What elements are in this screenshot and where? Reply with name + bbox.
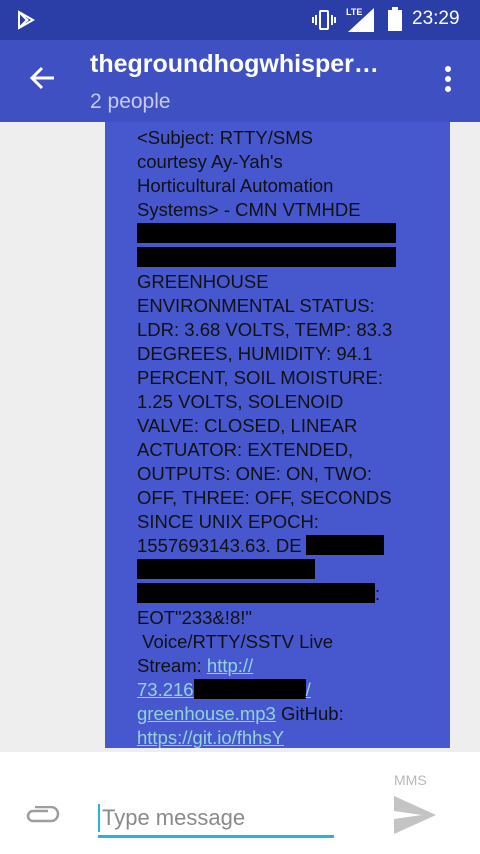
message-line: EOT"233&!8!" [137,607,252,628]
message-line: Horticultural Automation [137,175,334,196]
redaction-block [137,247,396,267]
vibrate-icon [312,10,336,30]
redacted-line [137,558,417,582]
svg-text:LTE: LTE [346,7,362,17]
attach-button[interactable] [20,798,64,834]
redaction-block [305,535,384,555]
message-line: PERCENT, SOIL MOISTURE: [137,367,384,388]
message-list[interactable]: <Subject: RTTY/SMS courtesy Ay-Yah's Hor… [0,122,480,752]
message-line: OUTPUTS: ONE: ON, TWO: [137,463,373,484]
message-line: 1.25 VOLTS, SOLENOID [137,391,344,412]
message-line: Systems> - CMN VTMHDE [137,199,361,220]
message-line: courtesy Ay-Yah's [137,151,283,172]
battery-icon [388,7,402,31]
conversation-title: thegroundhogwhisper… [90,50,379,78]
message-line: Voice/RTTY/SSTV Live [137,631,334,652]
compose-bar: MMS [0,752,480,854]
message-line: GREENHOUSE [137,271,269,292]
mms-label: MMS [394,772,427,788]
stream-link-slash[interactable]: / [306,679,311,700]
message-line: 1557693143.63. DE [137,534,417,558]
message-line: LDR: 3.68 VOLTS, TEMP: 83.3 [137,319,393,340]
message-line: DEGREES, HUMIDITY: 94.1 [137,343,373,364]
back-arrow-icon [29,66,54,90]
redaction-block [137,223,396,243]
github-label: GitHub: [275,703,344,724]
colon-text: : [375,583,381,604]
stream-label: Stream: [137,655,207,676]
redaction-block [137,559,315,579]
message-line: <Subject: RTTY/SMS [137,127,313,148]
signal-lte-icon: LTE [346,7,374,32]
send-icon [394,796,436,834]
epoch-text: 1557693143.63. DE [137,535,302,556]
message-line: SINCE UNIX EPOCH: [137,511,319,532]
message-line: 73.216 / [137,678,417,702]
attach-paperclip-icon [26,806,60,823]
back-button[interactable] [22,58,62,98]
redacted-line [137,246,417,270]
message-text: <Subject: RTTY/SMS courtesy Ay-Yah's Hor… [137,126,417,750]
play-store-icon [18,10,36,30]
message-bubble[interactable]: <Subject: RTTY/SMS courtesy Ay-Yah's Hor… [105,122,450,748]
github-link[interactable]: https://git.io/fhhsY [137,727,284,748]
message-input[interactable] [98,800,334,838]
message-line: : [137,582,417,606]
status-bar: LTE 23:29 [0,0,480,40]
redaction-block [137,583,375,603]
send-button[interactable] [390,792,440,838]
app-bar: thegroundhogwhisper… 2 people [0,40,480,122]
message-line: ENVIRONMENTAL STATUS: [137,295,375,316]
overflow-menu-icon [445,66,451,92]
stream-link-ip[interactable]: 73.216 [137,679,194,700]
message-line: greenhouse.mp3 GitHub: [137,702,417,726]
message-line: Stream: http:// [137,654,417,678]
stream-link[interactable]: http:// [207,655,253,676]
overflow-menu-button[interactable] [434,62,462,96]
redacted-line [137,222,417,246]
message-line: VALVE: CLOSED, LINEAR [137,415,358,436]
message-line: OFF, THREE: OFF, SECONDS [137,487,392,508]
participant-count: 2 people [90,90,171,113]
stream-link-file[interactable]: greenhouse.mp3 [137,703,276,724]
message-line: https://git.io/fhhsY [137,726,417,750]
text-cursor [98,804,100,832]
message-line: ACTUATOR: EXTENDED, [137,439,354,460]
status-clock: 23:29 [412,8,460,29]
redaction-block [193,679,306,699]
